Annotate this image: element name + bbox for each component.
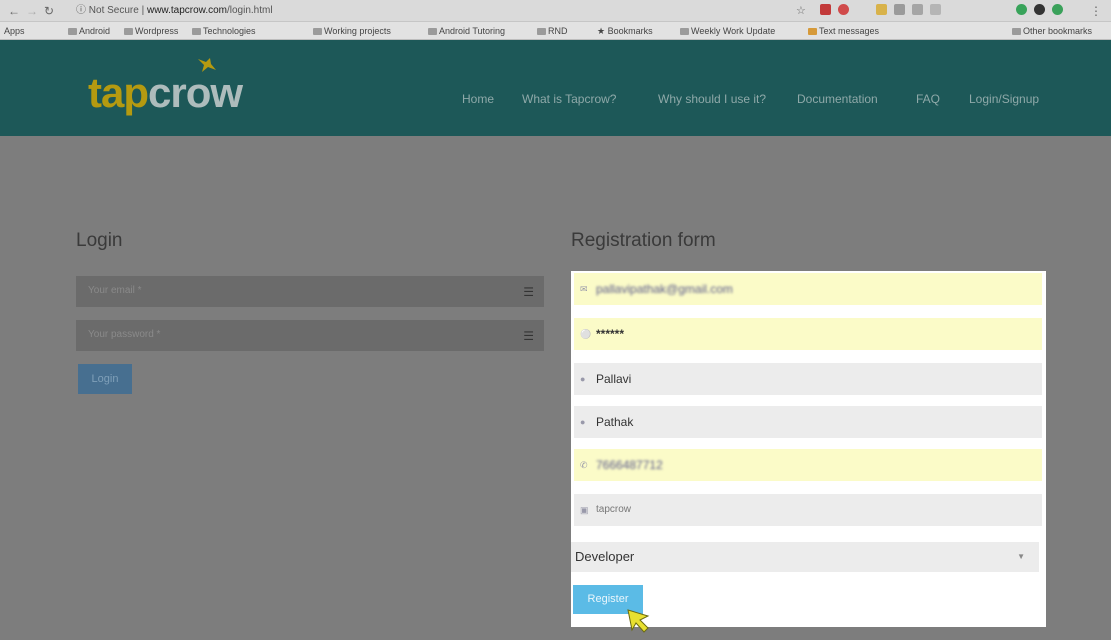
extension-icon[interactable] bbox=[1034, 4, 1045, 15]
security-label: Not Secure bbox=[88, 5, 139, 16]
bookmark-apps[interactable]: Apps bbox=[4, 25, 25, 37]
bookmark-item[interactable]: Working projects bbox=[313, 25, 391, 37]
pointer-cursor-icon bbox=[627, 609, 650, 633]
login-button[interactable]: Login bbox=[78, 364, 132, 394]
phone-icon: ✆ bbox=[580, 460, 588, 470]
extension-icon[interactable] bbox=[912, 4, 923, 15]
info-icon: ⓘ bbox=[76, 5, 86, 16]
chevron-down-icon: ▼ bbox=[1017, 552, 1025, 561]
field-menu-icon: ☰ bbox=[523, 329, 534, 343]
menu-icon[interactable]: ⋮ bbox=[1090, 3, 1102, 19]
field-menu-icon: ☰ bbox=[523, 285, 534, 299]
role-select[interactable]: Developer ▼ bbox=[571, 542, 1039, 572]
folder-icon bbox=[1012, 28, 1021, 35]
address-bar[interactable]: ⓘ Not Secure | www.tapcrow.com/login.htm… bbox=[76, 3, 756, 19]
user-icon: ● bbox=[580, 417, 586, 427]
extension-icon[interactable] bbox=[1016, 4, 1027, 15]
extension-icon[interactable] bbox=[930, 4, 941, 15]
reg-last-name-input[interactable]: ● Pathak bbox=[574, 406, 1042, 438]
extension-icon[interactable] bbox=[838, 4, 849, 15]
nav-login-signup[interactable]: Login/Signup bbox=[969, 92, 1039, 106]
forward-icon[interactable]: → bbox=[26, 3, 38, 19]
bookmark-item[interactable]: Android bbox=[68, 25, 110, 37]
browser-toolbar: ← → ↻ ⓘ Not Secure | www.tapcrow.com/log… bbox=[0, 0, 1111, 22]
folder-icon bbox=[68, 28, 77, 35]
reg-company-input[interactable]: ▣ tapcrow bbox=[574, 494, 1042, 526]
nav-faq[interactable]: FAQ bbox=[916, 92, 940, 106]
star-icon: ★ bbox=[597, 26, 608, 36]
password-placeholder: Your password * bbox=[88, 329, 161, 340]
reg-first-name-input[interactable]: ● Pallavi bbox=[574, 363, 1042, 395]
bookmark-item[interactable]: ★ Bookmarks bbox=[597, 25, 653, 37]
bookmark-item[interactable]: Text messages bbox=[808, 25, 879, 37]
site-logo[interactable]: tapcrow bbox=[88, 68, 243, 118]
folder-icon bbox=[192, 28, 201, 35]
folder-icon bbox=[680, 28, 689, 35]
url-host: www.tapcrow.com bbox=[146, 5, 227, 16]
registration-title: Registration form bbox=[571, 230, 716, 251]
nav-home[interactable]: Home bbox=[462, 92, 494, 106]
extension-icon[interactable] bbox=[894, 4, 905, 15]
user-icon: ● bbox=[580, 374, 586, 384]
login-password-input[interactable]: Your password * ☰ bbox=[76, 320, 544, 351]
folder-icon bbox=[537, 28, 546, 35]
nav-why-use-it[interactable]: Why should I use it? bbox=[658, 92, 766, 106]
site-header: tapcrow Home What is Tapcrow? Why should… bbox=[0, 40, 1111, 136]
bookmark-item[interactable]: RND bbox=[537, 25, 568, 37]
nav-what-is-tapcrow[interactable]: What is Tapcrow? bbox=[522, 92, 616, 106]
reg-phone-input[interactable]: ✆ 7666487712 bbox=[574, 449, 1042, 481]
bookmark-other[interactable]: Other bookmarks bbox=[1012, 25, 1092, 37]
url-path: /login.html bbox=[227, 5, 273, 16]
extension-icon[interactable] bbox=[876, 4, 887, 15]
nav-documentation[interactable]: Documentation bbox=[797, 92, 878, 106]
bookmark-item[interactable]: Android Tutoring bbox=[428, 25, 505, 37]
login-title: Login bbox=[76, 230, 123, 251]
bookmarks-bar: Apps Android Wordpress Technologies Work… bbox=[0, 22, 1111, 40]
star-icon[interactable]: ☆ bbox=[796, 3, 806, 19]
folder-icon bbox=[124, 28, 133, 35]
bookmark-item[interactable]: Wordpress bbox=[124, 25, 178, 37]
email-placeholder: Your email * bbox=[88, 285, 142, 296]
back-icon[interactable]: ← bbox=[8, 3, 20, 19]
reload-icon[interactable]: ↻ bbox=[44, 3, 54, 19]
building-icon: ▣ bbox=[580, 505, 589, 515]
login-email-input[interactable]: Your email * ☰ bbox=[76, 276, 544, 307]
folder-icon bbox=[808, 28, 817, 35]
reg-password-input[interactable]: ⚪ ****** bbox=[574, 318, 1042, 350]
extension-icon[interactable] bbox=[820, 4, 831, 15]
key-icon: ⚪ bbox=[580, 329, 592, 339]
bookmark-item[interactable]: Technologies bbox=[192, 25, 256, 37]
bookmark-item[interactable]: Weekly Work Update bbox=[680, 25, 775, 37]
folder-icon bbox=[313, 28, 322, 35]
envelope-icon: ✉ bbox=[580, 284, 588, 294]
folder-icon bbox=[428, 28, 437, 35]
reg-email-input[interactable]: ✉ pallavipathak@gmail.com bbox=[574, 273, 1042, 305]
extension-icon[interactable] bbox=[1052, 4, 1063, 15]
